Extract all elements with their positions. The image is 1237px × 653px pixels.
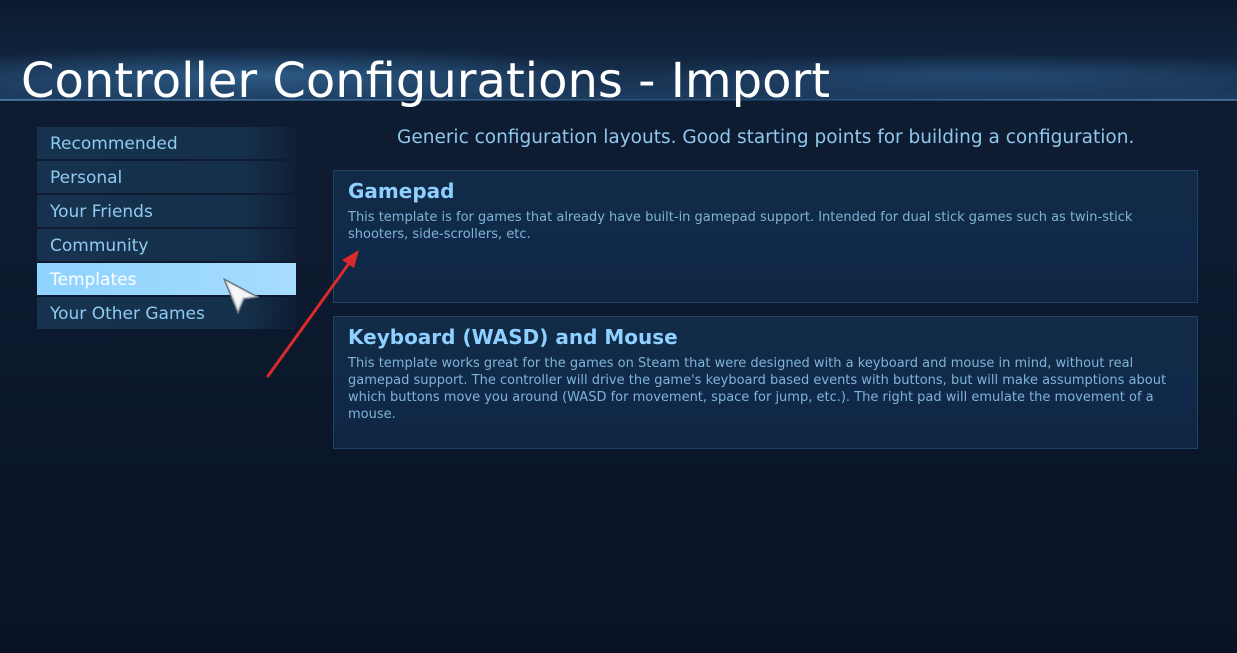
- sidebar-item-community[interactable]: Community: [37, 229, 296, 261]
- sidebar-item-label: Recommended: [50, 134, 178, 154]
- page-title: Controller Configurations - Import: [21, 53, 831, 109]
- sidebar-item-label: Templates: [50, 270, 137, 290]
- sidebar-item-label: Community: [50, 236, 149, 256]
- sidebar-item-your-friends[interactable]: Your Friends: [37, 195, 296, 227]
- sidebar-item-label: Personal: [50, 168, 123, 188]
- sidebar-item-label: Your Friends: [50, 202, 153, 222]
- template-title: Keyboard (WASD) and Mouse: [348, 325, 678, 349]
- template-description: This template is for games that already …: [348, 210, 1133, 242]
- sidebar-item-personal[interactable]: Personal: [37, 161, 296, 193]
- template-title: Gamepad: [348, 179, 455, 203]
- template-card-keyboard-mouse[interactable]: Keyboard (WASD) and Mouse This template …: [333, 316, 1198, 449]
- mouse-pointer-icon: [223, 278, 259, 314]
- template-description: This template works great for the games …: [348, 356, 1167, 422]
- section-description: Generic configuration layouts. Good star…: [397, 127, 1135, 148]
- sidebar-item-recommended[interactable]: Recommended: [37, 127, 296, 159]
- template-card-gamepad[interactable]: Gamepad This template is for games that …: [333, 170, 1198, 303]
- sidebar-item-label: Your Other Games: [50, 304, 205, 324]
